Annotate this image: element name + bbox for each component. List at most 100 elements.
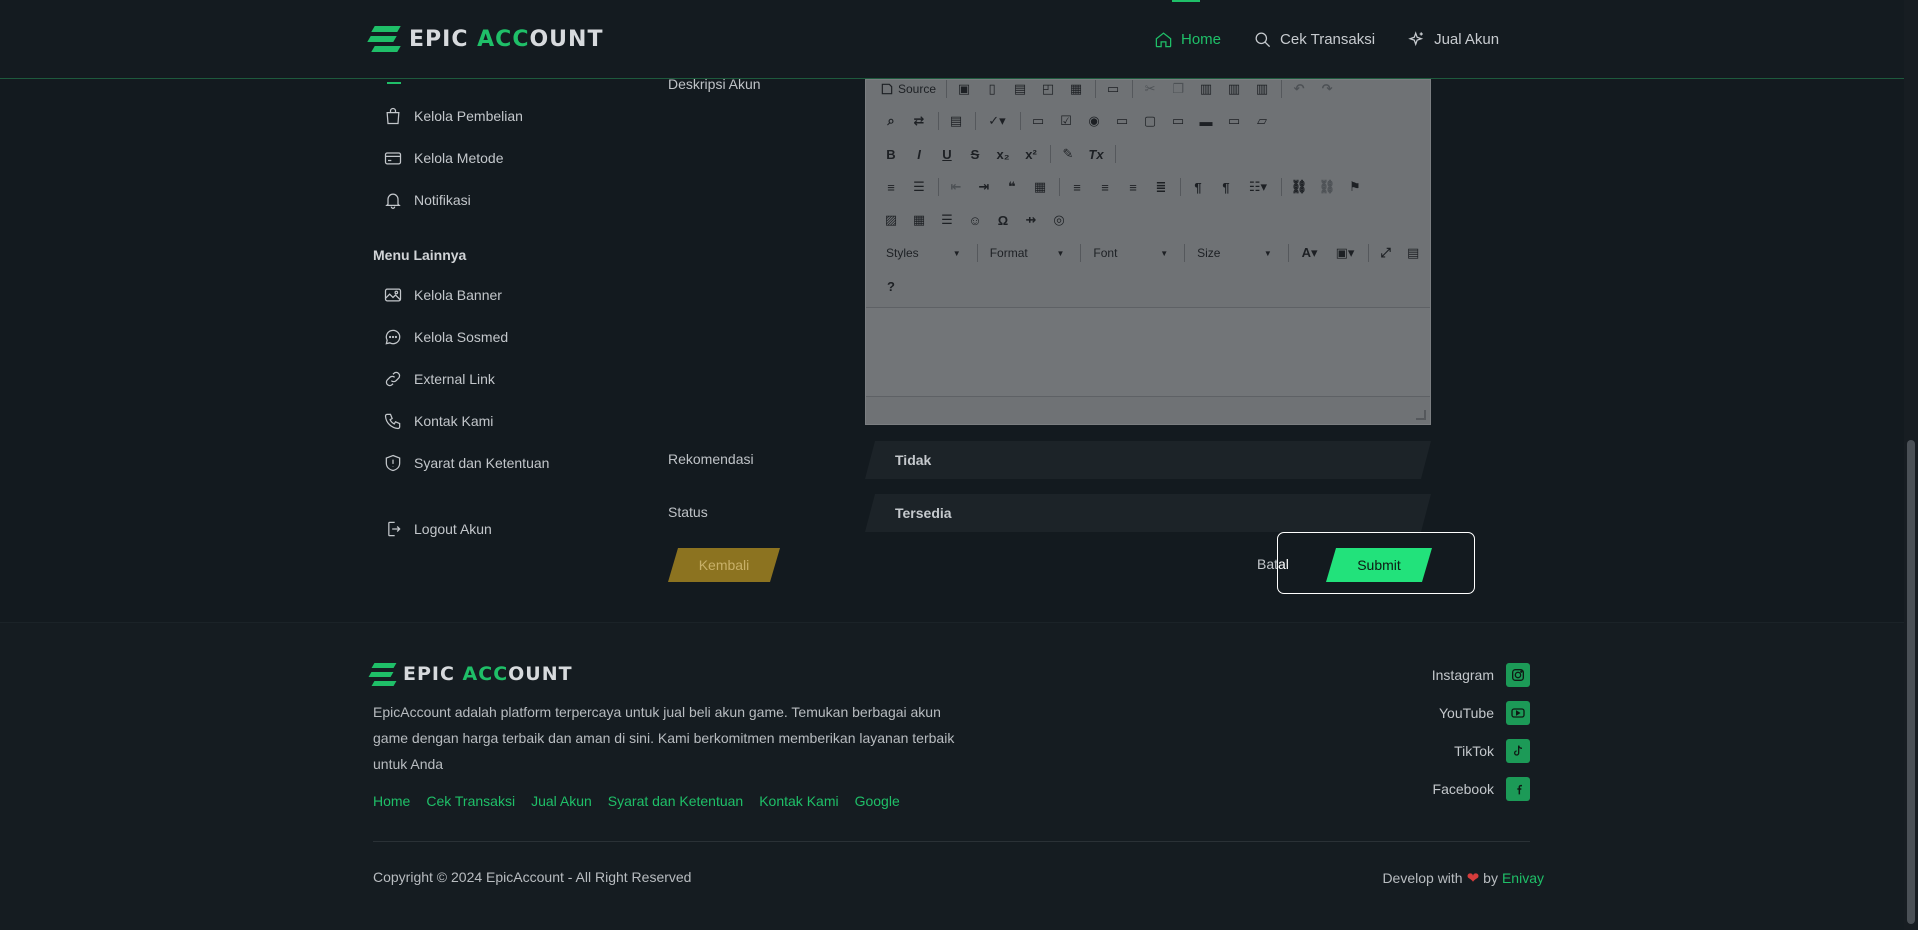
outdent-icon[interactable]: ⇤ bbox=[945, 176, 967, 198]
heart-icon: ❤ bbox=[1466, 870, 1480, 887]
developer-link[interactable]: Enivay bbox=[1502, 870, 1544, 886]
social-instagram[interactable]: Instagram bbox=[1432, 663, 1530, 687]
cut-icon[interactable]: ✂ bbox=[1139, 78, 1161, 100]
save-icon[interactable]: ▣ bbox=[953, 78, 975, 100]
show-blocks-icon[interactable]: ▤ bbox=[1402, 242, 1424, 264]
insert-table-icon[interactable]: ▦ bbox=[908, 209, 930, 231]
source-button[interactable]: Source bbox=[880, 82, 936, 96]
horizontal-line-icon[interactable]: ☰ bbox=[936, 209, 958, 231]
background-color-icon[interactable]: ▣▾ bbox=[1330, 242, 1359, 264]
indent-icon[interactable]: ⇥ bbox=[973, 176, 995, 198]
text-color-icon[interactable]: A▾ bbox=[1295, 242, 1324, 264]
superscript-icon[interactable]: x² bbox=[1020, 143, 1042, 165]
select-field-icon[interactable]: ▭ bbox=[1167, 110, 1189, 132]
new-page-icon[interactable]: ▯ bbox=[981, 78, 1003, 100]
link-icon[interactable]: ⛓ bbox=[1288, 176, 1310, 198]
iframe-icon[interactable]: ◎ bbox=[1048, 209, 1070, 231]
format-dropdown[interactable]: Format ▼ bbox=[984, 242, 1071, 264]
styles-dropdown[interactable]: Styles ▼ bbox=[880, 242, 967, 264]
div-container-icon[interactable]: ▦ bbox=[1029, 176, 1051, 198]
templates-icon[interactable]: ▭ bbox=[1102, 78, 1124, 100]
copy-format-icon[interactable]: ✎ bbox=[1057, 143, 1079, 165]
font-dropdown[interactable]: Font ▼ bbox=[1087, 242, 1174, 264]
sidebar-item-kelola-banner[interactable]: Kelola Banner bbox=[383, 283, 502, 307]
anchor-flag-icon[interactable]: ⚑ bbox=[1344, 176, 1366, 198]
social-tiktok[interactable]: TikTok bbox=[1454, 739, 1530, 763]
rich-text-editor[interactable]: Source ▣ ▯ ▤ ◰ ▦ ▭ ✂ ❐ ▥ ▥ ▥ ↶ ↷ ⌕ ⇄ ▤ ✓… bbox=[865, 79, 1431, 425]
form-icon[interactable]: ▭ bbox=[1027, 110, 1049, 132]
smiley-icon[interactable]: ☺ bbox=[964, 209, 986, 231]
text-field-icon[interactable]: ▭ bbox=[1111, 110, 1133, 132]
bulleted-list-icon[interactable]: ☰ bbox=[908, 176, 930, 198]
ltr-icon[interactable]: ¶ bbox=[1187, 176, 1209, 198]
paste-text-icon[interactable]: ▥ bbox=[1223, 78, 1245, 100]
special-char-icon[interactable]: Ω bbox=[992, 209, 1014, 231]
blockquote-icon[interactable]: ❝ bbox=[1001, 176, 1023, 198]
redo-icon[interactable]: ↷ bbox=[1316, 78, 1338, 100]
undo-icon[interactable]: ↶ bbox=[1288, 78, 1310, 100]
sidebar-item-notifikasi[interactable]: Notifikasi bbox=[383, 188, 471, 212]
rtl-icon[interactable]: ¶ bbox=[1215, 176, 1237, 198]
sidebar-item-kelola-sosmed[interactable]: Kelola Sosmed bbox=[383, 325, 508, 349]
radio-icon[interactable]: ◉ bbox=[1083, 110, 1105, 132]
kembali-button[interactable]: Kembali bbox=[668, 548, 780, 582]
insert-image-icon[interactable]: ▨ bbox=[880, 209, 902, 231]
checkbox-icon[interactable]: ☑ bbox=[1055, 110, 1077, 132]
sidebar-item-kelola-pembelian[interactable]: Kelola Pembelian bbox=[383, 104, 523, 128]
language-icon[interactable]: ☷▾ bbox=[1243, 176, 1273, 198]
sidebar-item-syarat-ketentuan[interactable]: Syarat dan Ketentuan bbox=[383, 451, 549, 475]
nav-jual-akun[interactable]: Jual Akun bbox=[1407, 0, 1499, 79]
button-field-icon[interactable]: ▬ bbox=[1195, 110, 1217, 132]
scrollbar-thumb[interactable] bbox=[1907, 440, 1915, 924]
social-facebook[interactable]: Facebook bbox=[1433, 777, 1530, 801]
numbered-list-icon[interactable]: ≡ bbox=[880, 176, 902, 198]
italic-icon[interactable]: I bbox=[908, 143, 930, 165]
footer-link-kontak[interactable]: Kontak Kami bbox=[759, 793, 838, 809]
replace-icon[interactable]: ⇄ bbox=[908, 110, 930, 132]
paste-icon[interactable]: ▥ bbox=[1195, 78, 1217, 100]
subscript-icon[interactable]: x₂ bbox=[992, 143, 1014, 165]
underline-icon[interactable]: U bbox=[936, 143, 958, 165]
editor-resize-handle[interactable] bbox=[1416, 410, 1426, 420]
size-dropdown[interactable]: Size ▼ bbox=[1191, 242, 1278, 264]
copy-icon[interactable]: ❐ bbox=[1167, 78, 1189, 100]
paste-word-icon[interactable]: ▥ bbox=[1251, 78, 1273, 100]
sidebar-item-logout[interactable]: Logout Akun bbox=[383, 517, 492, 541]
select-all-icon[interactable]: ▤ bbox=[945, 110, 967, 132]
spellcheck-icon[interactable]: ✓▾ bbox=[982, 110, 1012, 132]
find-icon[interactable]: ⌕ bbox=[880, 110, 902, 132]
footer-link-jual-akun[interactable]: Jual Akun bbox=[531, 793, 592, 809]
sidebar-item-kelola-metode[interactable]: Kelola Metode bbox=[383, 146, 504, 170]
sidebar-item-external-link[interactable]: External Link bbox=[383, 367, 495, 391]
help-icon[interactable]: ? bbox=[880, 275, 902, 297]
sidebar-item-kontak-kami[interactable]: Kontak Kami bbox=[383, 409, 493, 433]
justify-icon[interactable]: ≣ bbox=[1150, 176, 1172, 198]
page-break-icon[interactable]: ⇸ bbox=[1020, 209, 1042, 231]
preview-icon[interactable]: ◰ bbox=[1037, 78, 1059, 100]
hidden-field-icon[interactable]: ▱ bbox=[1251, 110, 1273, 132]
align-center-icon[interactable]: ≡ bbox=[1094, 176, 1116, 198]
strikethrough-icon[interactable]: S bbox=[964, 143, 986, 165]
print-icon[interactable]: ▦ bbox=[1065, 78, 1087, 100]
social-youtube[interactable]: YouTube bbox=[1439, 701, 1530, 725]
textarea-icon[interactable]: ▢ bbox=[1139, 110, 1161, 132]
footer-link-syarat[interactable]: Syarat dan Ketentuan bbox=[608, 793, 743, 809]
footer-brand-logo[interactable]: EPIC ACCOUNT bbox=[368, 662, 573, 686]
align-left-icon[interactable]: ≡ bbox=[1066, 176, 1088, 198]
nav-cek-transaksi[interactable]: Cek Transaksi bbox=[1253, 0, 1375, 79]
status-select[interactable]: Tersedia bbox=[865, 494, 1431, 532]
editor-content-area[interactable] bbox=[866, 307, 1430, 397]
brand-logo[interactable]: EPIC ACCOUNT bbox=[367, 25, 603, 53]
unlink-icon[interactable]: ⛓ bbox=[1316, 176, 1338, 198]
remove-format-icon[interactable]: Tx bbox=[1085, 143, 1107, 165]
align-right-icon[interactable]: ≡ bbox=[1122, 176, 1144, 198]
footer-link-google[interactable]: Google bbox=[855, 793, 900, 809]
bold-icon[interactable]: B bbox=[880, 143, 902, 165]
nav-home[interactable]: Home bbox=[1154, 0, 1221, 79]
maximize-icon[interactable]: ⤢ bbox=[1375, 242, 1397, 264]
image-button-icon[interactable]: ▭ bbox=[1223, 110, 1245, 132]
footer-link-home[interactable]: Home bbox=[373, 793, 410, 809]
footer-link-cek-transaksi[interactable]: Cek Transaksi bbox=[426, 793, 515, 809]
rekomendasi-select[interactable]: Tidak bbox=[865, 441, 1431, 479]
export-pdf-icon[interactable]: ▤ bbox=[1009, 78, 1031, 100]
